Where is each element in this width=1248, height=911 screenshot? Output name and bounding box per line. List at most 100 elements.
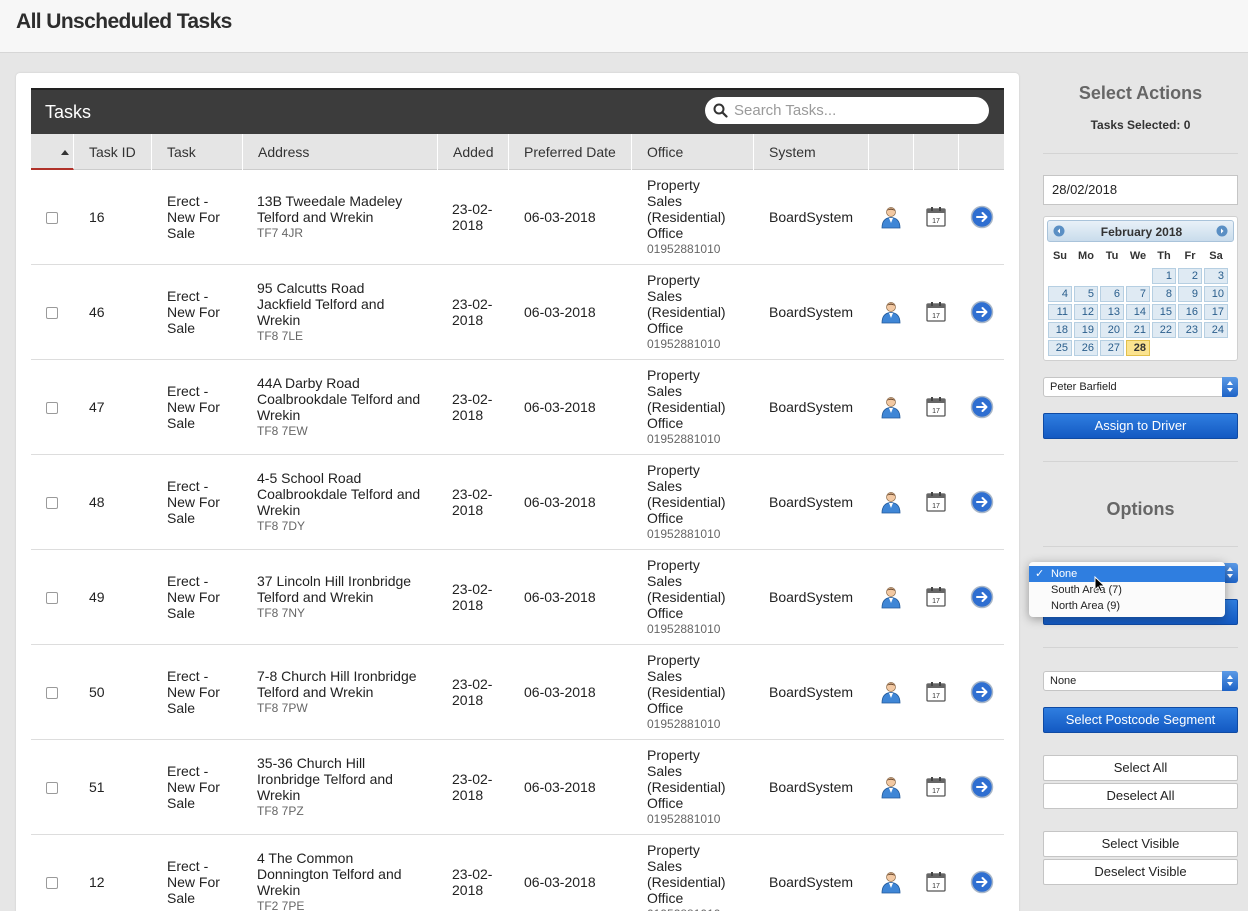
table-row[interactable]: 50 Erect - New For Sale 7-8 Church Hill Iron… xyxy=(31,645,1004,740)
calendar-day[interactable]: 9 xyxy=(1178,286,1202,302)
arrow-right-icon[interactable] xyxy=(970,870,994,894)
table-row[interactable]: 16 Erect - New For Sale 13B Tweedale Madeley… xyxy=(31,170,1004,265)
calendar-day[interactable]: 28 xyxy=(1126,340,1150,356)
driver-icon[interactable] xyxy=(879,585,903,609)
calendar-icon[interactable]: 17 xyxy=(924,490,948,514)
calendar-icon[interactable]: 17 xyxy=(924,870,948,894)
header-task[interactable]: Task xyxy=(152,134,243,170)
calendar-day[interactable]: 1 xyxy=(1152,268,1176,284)
driver-icon[interactable] xyxy=(879,300,903,324)
header-task-id[interactable]: Task ID xyxy=(74,134,152,170)
header-added[interactable]: Added xyxy=(438,134,509,170)
area-option-none[interactable]: ✓ None xyxy=(1029,566,1225,582)
select-all-button[interactable]: Select All xyxy=(1043,755,1238,781)
calendar-day[interactable]: 11 xyxy=(1048,304,1072,320)
deselect-all-button[interactable]: Deselect All xyxy=(1043,783,1238,809)
calendar-day[interactable]: 4 xyxy=(1048,286,1072,302)
area-option-north[interactable]: North Area (9) xyxy=(1029,598,1225,614)
row-checkbox[interactable] xyxy=(46,307,58,319)
select-postcode-segment-button[interactable]: Select Postcode Segment xyxy=(1043,707,1238,733)
cell-task-id: 50 xyxy=(89,684,105,700)
row-checkbox[interactable] xyxy=(46,497,58,509)
calendar-icon[interactable]: 17 xyxy=(924,775,948,799)
driver-icon[interactable] xyxy=(879,870,903,894)
cell-postcode: TF2 7PE xyxy=(257,899,305,911)
postcode-select[interactable]: None xyxy=(1043,671,1238,691)
calendar-day[interactable]: 2 xyxy=(1178,268,1202,284)
date-field[interactable]: 28/02/2018 xyxy=(1043,175,1238,205)
search-input[interactable] xyxy=(734,100,979,121)
calendar-day[interactable]: 18 xyxy=(1048,322,1072,338)
driver-icon[interactable] xyxy=(879,490,903,514)
cell-system: BoardSystem xyxy=(769,399,854,415)
calendar-day[interactable]: 16 xyxy=(1178,304,1202,320)
calendar-day[interactable]: 27 xyxy=(1100,340,1124,356)
row-checkbox[interactable] xyxy=(46,687,58,699)
table-row[interactable]: 12 Erect - New For Sale 4 The Common Donningt… xyxy=(31,835,1004,911)
row-checkbox[interactable] xyxy=(46,402,58,414)
cell-phone: 01952881010 xyxy=(647,622,721,636)
calendar-day[interactable]: 17 xyxy=(1204,304,1228,320)
cell-office-line: Property xyxy=(647,367,700,383)
select-visible-button[interactable]: Select Visible xyxy=(1043,831,1238,857)
calendar-icon[interactable]: 17 xyxy=(924,680,948,704)
calendar-icon[interactable]: 17 xyxy=(924,205,948,229)
table-row[interactable]: 48 Erect - New For Sale 4-5 School Road Coalb… xyxy=(31,455,1004,550)
arrow-right-icon[interactable] xyxy=(970,205,994,229)
arrow-right-icon[interactable] xyxy=(970,680,994,704)
calendar-day[interactable]: 20 xyxy=(1100,322,1124,338)
header-preferred-date[interactable]: Preferred Date xyxy=(509,134,632,170)
arrow-right-icon[interactable] xyxy=(970,585,994,609)
calendar-icon[interactable]: 17 xyxy=(924,585,948,609)
calendar-day[interactable]: 24 xyxy=(1204,322,1228,338)
table-row[interactable]: 49 Erect - New For Sale 37 Lincoln Hill Iron… xyxy=(31,550,1004,645)
calendar-day[interactable]: 6 xyxy=(1100,286,1124,302)
arrow-right-icon[interactable] xyxy=(970,775,994,799)
calendar-day[interactable]: 3 xyxy=(1204,268,1228,284)
calendar-day[interactable]: 13 xyxy=(1100,304,1124,320)
arrow-right-icon[interactable] xyxy=(970,395,994,419)
driver-select[interactable]: Peter Barfield xyxy=(1043,377,1238,397)
driver-icon[interactable] xyxy=(879,775,903,799)
header-address[interactable]: Address xyxy=(243,134,438,170)
calendar-day[interactable]: 19 xyxy=(1074,322,1098,338)
chevron-right-icon[interactable] xyxy=(1216,225,1228,237)
table-row[interactable]: 46 Erect - New For Sale 95 Calcutts Road Jack… xyxy=(31,265,1004,360)
table-row[interactable]: 51 Erect - New For Sale 35-36 Church Hill Iro… xyxy=(31,740,1004,835)
calendar-day[interactable]: 23 xyxy=(1178,322,1202,338)
calendar-icon[interactable]: 17 xyxy=(924,395,948,419)
row-checkbox[interactable] xyxy=(46,212,58,224)
area-option-south[interactable]: South Area (7) xyxy=(1029,582,1225,598)
deselect-visible-button[interactable]: Deselect Visible xyxy=(1043,859,1238,885)
cell-added: 23-02- 2018 xyxy=(452,676,492,708)
header-office[interactable]: Office xyxy=(632,134,754,170)
calendar-day[interactable]: 26 xyxy=(1074,340,1098,356)
cell-task-line: New For xyxy=(167,779,220,795)
row-checkbox[interactable] xyxy=(46,782,58,794)
calendar-day[interactable]: 22 xyxy=(1152,322,1176,338)
driver-icon[interactable] xyxy=(879,680,903,704)
cell-task: Erect - New For Sale xyxy=(167,573,220,621)
calendar-day[interactable]: 21 xyxy=(1126,322,1150,338)
calendar-day[interactable]: 10 xyxy=(1204,286,1228,302)
calendar-weekday: Sa xyxy=(1209,250,1223,262)
row-checkbox[interactable] xyxy=(46,877,58,889)
search-box[interactable] xyxy=(705,97,989,124)
calendar-day[interactable]: 14 xyxy=(1126,304,1150,320)
row-checkbox[interactable] xyxy=(46,592,58,604)
calendar-day[interactable]: 25 xyxy=(1048,340,1072,356)
driver-icon[interactable] xyxy=(879,395,903,419)
arrow-right-icon[interactable] xyxy=(970,490,994,514)
header-system[interactable]: System xyxy=(754,134,869,170)
calendar-day[interactable]: 8 xyxy=(1152,286,1176,302)
sort-column-header[interactable] xyxy=(31,134,74,170)
calendar-icon[interactable]: 17 xyxy=(924,300,948,324)
calendar-day[interactable]: 15 xyxy=(1152,304,1176,320)
driver-icon[interactable] xyxy=(879,205,903,229)
calendar-day[interactable]: 7 xyxy=(1126,286,1150,302)
assign-to-driver-button[interactable]: Assign to Driver xyxy=(1043,413,1238,439)
calendar-day[interactable]: 5 xyxy=(1074,286,1098,302)
calendar-day[interactable]: 12 xyxy=(1074,304,1098,320)
table-row[interactable]: 47 Erect - New For Sale 44A Darby Road Coalbr… xyxy=(31,360,1004,455)
arrow-right-icon[interactable] xyxy=(970,300,994,324)
